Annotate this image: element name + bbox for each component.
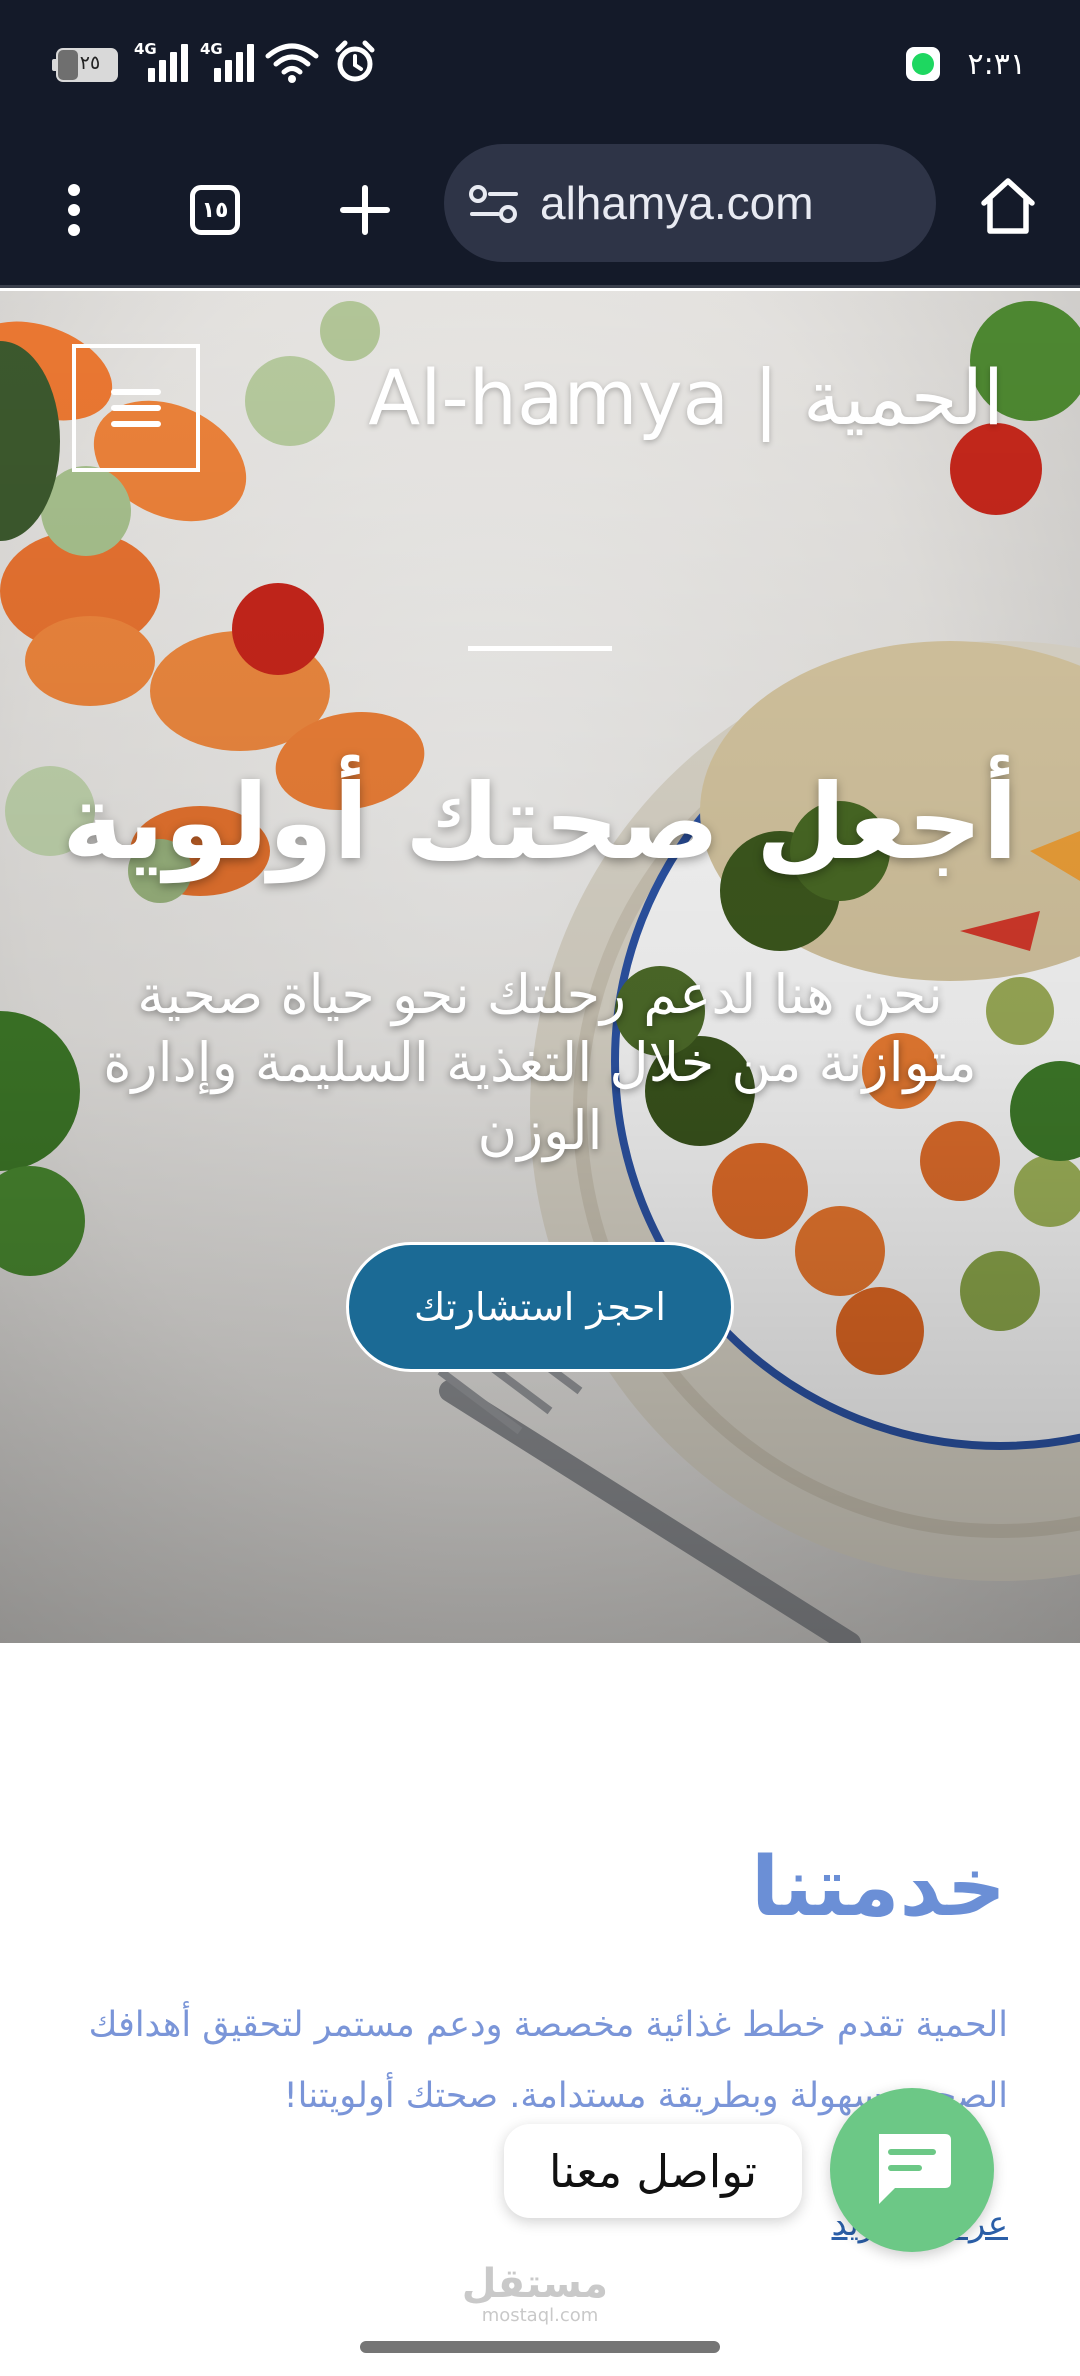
network-type-label: 4G [134, 40, 157, 58]
watermark-url: mostaql.com [481, 2305, 599, 2326]
status-bar: ٢٥ 4G 4G ٢:٣١ [0, 0, 1080, 130]
url-text: alhamya.com [540, 177, 814, 229]
signal-icon: 4G [200, 40, 256, 82]
battery-icon: ٢٥ [52, 48, 118, 82]
battery-level: ٢٥ [79, 52, 101, 74]
clock: ٢:٣١ [967, 46, 1026, 82]
services-title: خدمتنا [751, 1840, 1006, 1935]
hamburger-icon [111, 389, 161, 427]
signal-icon: 4G [134, 40, 190, 82]
chat-label[interactable]: تواصل معنا [504, 2124, 802, 2218]
new-tab-button[interactable] [330, 170, 400, 250]
home-button[interactable] [972, 166, 1044, 246]
hero-subtitle: نحن هنا لدعم رحلتك نحو حياة صحية متوازنة… [103, 963, 977, 1162]
watermark-logo: مستقل mostaql.com [461, 2261, 608, 2326]
tabs-icon: ١٥ [190, 185, 240, 235]
gesture-nav-handle[interactable] [360, 2341, 720, 2353]
menu-button[interactable] [72, 344, 200, 472]
tabs-button[interactable]: ١٥ [180, 170, 250, 250]
site-title[interactable]: Al-hamya | الحمية [368, 353, 1004, 442]
browser-toolbar: ١٥ alhamya.com [0, 130, 1080, 288]
watermark-text: مستقل [461, 2261, 608, 2307]
hero-divider [468, 646, 612, 651]
wifi-icon [265, 43, 319, 83]
site-settings-icon[interactable] [468, 184, 520, 224]
hero-heading: أجعل صحتك أولوية [62, 761, 1018, 883]
plus-icon [340, 185, 390, 235]
more-vert-icon[interactable] [44, 170, 104, 250]
alarm-icon [335, 40, 375, 82]
url-bar[interactable]: alhamya.com [444, 144, 936, 262]
chat-icon [879, 2134, 951, 2204]
hero-section: Al-hamya | الحمية أجعل صحتك أولوية نحن ه… [0, 291, 1080, 1643]
spotify-icon [905, 47, 940, 81]
book-consultation-button[interactable]: احجز استشارتك [346, 1242, 734, 1372]
network-type-label: 4G [200, 40, 223, 58]
home-icon [981, 178, 1035, 234]
chat-button[interactable] [830, 2088, 994, 2252]
